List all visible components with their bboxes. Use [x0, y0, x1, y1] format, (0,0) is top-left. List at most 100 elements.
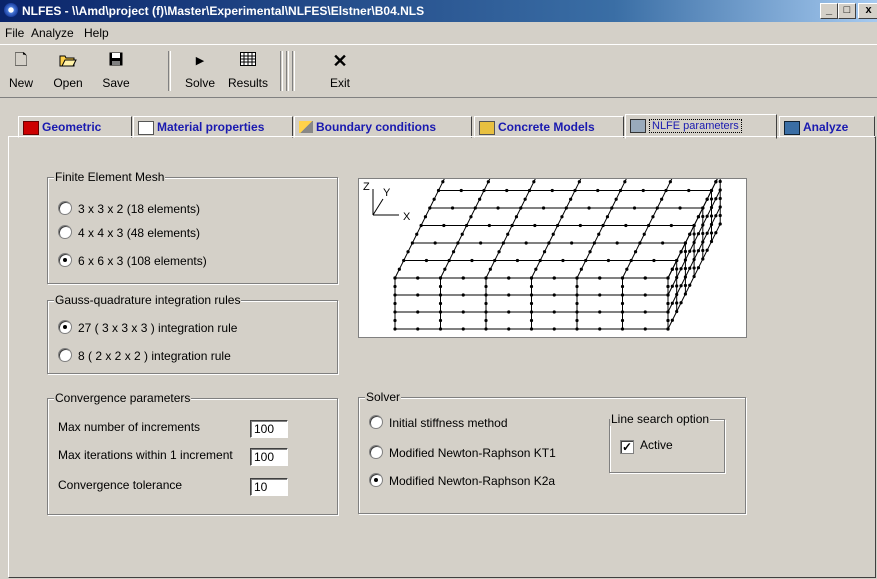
mesh-node	[501, 241, 505, 245]
menu-file[interactable]: File	[5, 26, 24, 40]
menu-analyze[interactable]: Analyze	[31, 26, 74, 40]
app-icon	[4, 3, 18, 17]
mesh-node	[670, 267, 674, 271]
mesh-node	[696, 249, 701, 253]
mesh-node	[714, 197, 718, 201]
save-label: Save	[102, 76, 130, 90]
mesh-node	[692, 232, 696, 236]
mesh-option-3[interactable]: 6 x 6 x 3 (108 elements)	[58, 253, 207, 268]
mesh-node	[438, 276, 443, 280]
tab-nlfe-parameters[interactable]: NLFE parameters	[625, 114, 777, 139]
mesh-node	[461, 310, 465, 314]
mesh-node	[419, 223, 423, 228]
mesh-node	[410, 241, 414, 245]
mesh-node	[701, 240, 705, 244]
open-button[interactable]: Open	[46, 48, 90, 94]
mesh-node	[601, 223, 605, 228]
mesh-node	[587, 206, 591, 210]
mesh-node	[461, 327, 465, 331]
mesh-node	[633, 250, 638, 254]
mesh-node	[577, 180, 581, 184]
mesh-node	[524, 241, 528, 245]
mesh-node	[683, 241, 687, 245]
close-button[interactable]: x	[858, 3, 877, 19]
solver-option-k2a[interactable]: Modified Newton-Raphson K2a	[369, 473, 555, 488]
mesh-option-2[interactable]: 4 x 4 x 3 (48 elements)	[58, 225, 200, 240]
solver-option-initial-stiffness[interactable]: Initial stiffness method	[369, 415, 508, 430]
tolerance-input[interactable]	[250, 478, 288, 496]
mesh-node	[643, 310, 647, 314]
mesh-node	[552, 310, 556, 314]
save-button[interactable]: Save	[96, 48, 136, 94]
mesh-node	[507, 276, 511, 280]
mesh-node	[675, 301, 679, 305]
max-iterations-input[interactable]	[250, 448, 288, 466]
mesh-node	[696, 266, 701, 270]
solver-option-kt1[interactable]: Modified Newton-Raphson KT1	[369, 445, 556, 460]
mesh-node	[701, 206, 705, 210]
mesh-preview-image: Z YX	[358, 171, 747, 338]
mesh-node	[655, 206, 659, 210]
mesh-node	[575, 276, 579, 280]
mesh-node	[592, 241, 596, 245]
mesh-edge	[394, 172, 448, 279]
tab-analyze[interactable]: Analyze	[779, 116, 875, 138]
results-label: Results	[227, 76, 268, 90]
toolbar-separator	[280, 51, 283, 91]
tab-concrete-models[interactable]: Concrete Models	[474, 116, 624, 138]
mesh-node	[642, 232, 646, 236]
mesh-node	[527, 188, 532, 193]
exit-button[interactable]: ✕ Exit	[320, 48, 360, 94]
mesh-node	[438, 284, 443, 289]
mesh-node	[473, 206, 477, 210]
maximize-button[interactable]: □	[838, 3, 856, 19]
mesh-edge	[576, 172, 630, 279]
tab-boundary-conditions[interactable]: Boundary conditions	[294, 116, 472, 138]
mesh-node	[450, 206, 455, 210]
mesh-node	[664, 188, 668, 193]
menu-help[interactable]: Help	[84, 26, 109, 40]
close-x-icon: ✕	[332, 51, 348, 71]
mesh-node	[597, 232, 601, 236]
solve-button[interactable]: ▶ Solve	[178, 48, 222, 94]
mesh-node	[629, 258, 633, 263]
mesh-node	[416, 293, 420, 297]
mesh-node	[541, 206, 546, 210]
max-increments-label: Max number of increments	[58, 420, 201, 434]
mesh-node	[552, 276, 556, 280]
max-increments-input[interactable]	[250, 420, 288, 438]
gauss-option-27[interactable]: 27 ( 3 x 3 x 3 ) integration rule	[58, 320, 237, 335]
mesh-node	[647, 223, 651, 228]
concrete-icon	[479, 121, 495, 135]
mesh-node	[666, 284, 670, 289]
mesh-node	[670, 284, 674, 288]
mesh-node	[560, 215, 564, 219]
axis-x-label: X	[403, 211, 411, 223]
mesh-node	[561, 258, 565, 263]
tab-geometric[interactable]: Geometric	[18, 116, 132, 138]
mesh-node	[623, 180, 627, 184]
tab-material-properties[interactable]: Material properties	[133, 116, 293, 138]
mesh-node	[514, 215, 519, 219]
mesh-node	[551, 232, 555, 236]
mesh-edge	[622, 172, 676, 279]
radio-selected-icon	[58, 253, 72, 267]
mesh-node	[424, 258, 429, 263]
mesh-node	[605, 215, 610, 219]
mesh-node	[675, 284, 679, 288]
mesh-node	[683, 292, 687, 296]
mesh-node	[497, 250, 501, 254]
results-button[interactable]: Results	[224, 48, 272, 94]
mesh-node	[666, 318, 670, 323]
mesh-node	[442, 223, 446, 228]
new-button[interactable]: 🗋 New	[2, 48, 40, 94]
minimize-button[interactable]: _	[820, 3, 838, 19]
mesh-node	[465, 223, 469, 228]
mesh-node	[670, 318, 674, 322]
gauss-option-8[interactable]: 8 ( 2 x 2 x 2 ) integration rule	[58, 348, 231, 363]
mesh-option-1[interactable]: 3 x 3 x 2 (18 elements)	[58, 201, 200, 216]
mesh-node	[579, 267, 583, 271]
radio-icon	[58, 201, 72, 215]
line-search-active-checkbox[interactable]: ✓ Active	[620, 438, 673, 454]
mesh-node	[393, 327, 397, 331]
